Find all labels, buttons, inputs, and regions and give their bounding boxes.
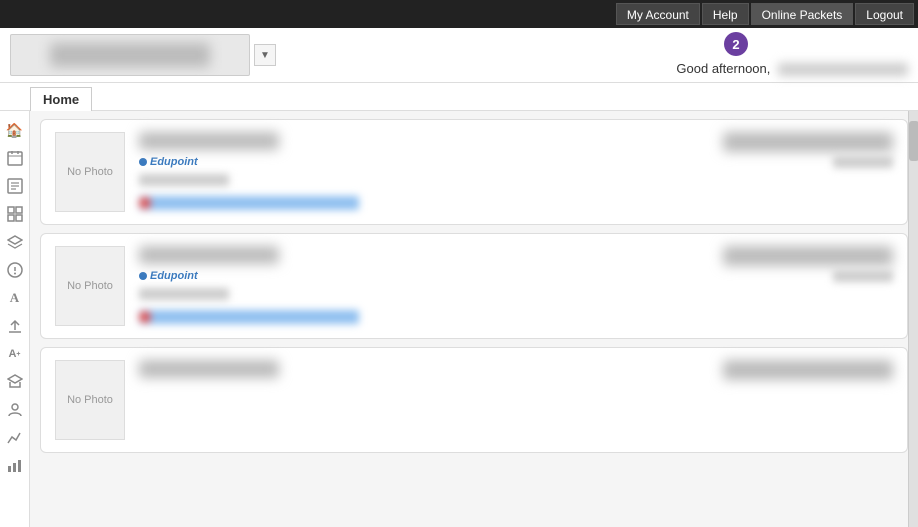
alert-icon[interactable] (2, 257, 28, 283)
header-area: ▼ Good afternoon, (0, 28, 918, 83)
school-icon[interactable] (2, 369, 28, 395)
logout-button[interactable]: Logout (855, 3, 914, 25)
student-link-blur[interactable] (139, 310, 359, 324)
person-icon[interactable] (2, 397, 28, 423)
layers-icon[interactable] (2, 229, 28, 255)
no-photo-label: No Photo (67, 394, 113, 406)
home-icon[interactable]: 🏠 (2, 117, 28, 143)
student-card: No Photo (40, 347, 908, 453)
logo-image (50, 43, 210, 67)
no-photo-box: No Photo (55, 132, 125, 212)
school-name-blur (723, 132, 893, 152)
scroll-thumb[interactable] (909, 121, 918, 161)
student-name-blur (139, 246, 279, 264)
card-right (693, 246, 893, 282)
grid-icon[interactable] (2, 201, 28, 227)
user-name-blur (778, 63, 908, 76)
school-name-blur (723, 246, 893, 266)
upload-icon[interactable] (2, 313, 28, 339)
main-layout: 🏠 A A+ (0, 111, 918, 527)
my-account-button[interactable]: My Account (616, 3, 700, 25)
student-grade-blur (139, 288, 229, 300)
school-sub-blur (833, 270, 893, 282)
student-card: No Photo Edupoint (40, 233, 908, 339)
student-name-blur (139, 132, 279, 150)
card-right (693, 360, 893, 380)
edupoint-dot (139, 272, 147, 280)
logo-dropdown-button[interactable]: ▼ (254, 44, 276, 66)
edupoint-label: Edupoint (150, 270, 198, 282)
edupoint-label: Edupoint (150, 156, 198, 168)
line-chart-icon[interactable] (2, 425, 28, 451)
student-card: No Photo Edupoint (40, 119, 908, 225)
online-packets-button[interactable]: Online Packets (751, 3, 854, 25)
help-button[interactable]: Help (702, 3, 749, 25)
link-icon (139, 197, 151, 209)
home-tab[interactable]: Home (30, 87, 92, 111)
school-sub-blur (833, 156, 893, 168)
calendar-icon[interactable] (2, 145, 28, 171)
student-grade-blur (139, 174, 229, 186)
bar-chart-icon[interactable] (2, 453, 28, 479)
card-middle: Edupoint (139, 132, 679, 210)
edupoint-logo: Edupoint (139, 156, 679, 168)
checklist-icon[interactable] (2, 173, 28, 199)
sidebar: 🏠 A A+ (0, 111, 30, 527)
link-icon (139, 311, 151, 323)
top-navigation-bar: My Account Help Online Packets Logout (0, 0, 918, 28)
home-tab-bar: Home (0, 83, 918, 111)
no-photo-label: No Photo (67, 280, 113, 292)
content-area: No Photo Edupoint No Photo (30, 111, 918, 527)
no-photo-label: No Photo (67, 166, 113, 178)
greeting-text: Good afternoon, (676, 61, 908, 76)
card-middle (139, 360, 679, 378)
font-icon[interactable]: A (2, 285, 28, 311)
notification-badge[interactable]: 2 (724, 32, 748, 56)
no-photo-box: No Photo (55, 360, 125, 440)
edupoint-logo: Edupoint (139, 270, 679, 282)
school-name-blur (723, 360, 893, 380)
card-right (693, 132, 893, 168)
scrollbar[interactable] (908, 111, 918, 527)
student-name-blur (139, 360, 279, 378)
no-photo-box: No Photo (55, 246, 125, 326)
edupoint-dot (139, 158, 147, 166)
card-middle: Edupoint (139, 246, 679, 324)
student-link-blur[interactable] (139, 196, 359, 210)
font-size-icon[interactable]: A+ (2, 341, 28, 367)
logo-box (10, 34, 250, 76)
